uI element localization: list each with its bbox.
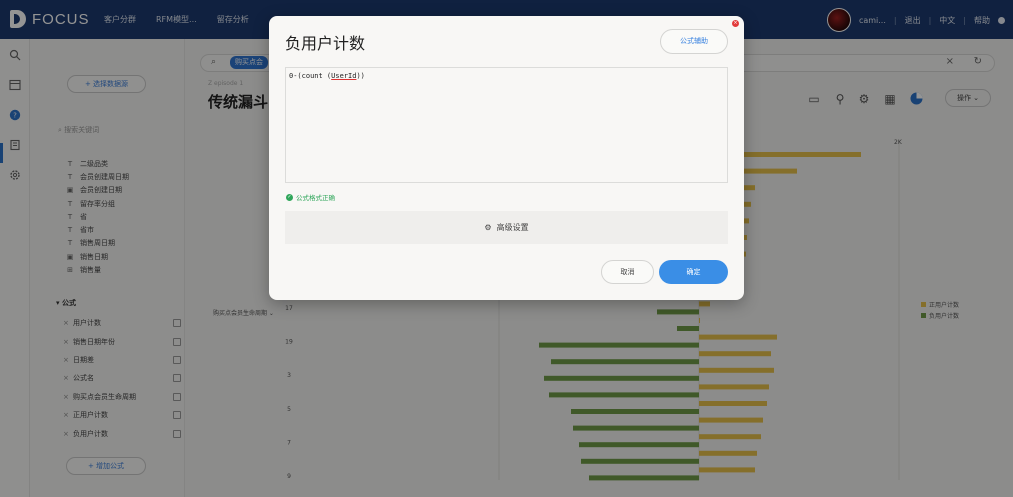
formula-suffix: )) [356, 72, 365, 80]
formula-editor[interactable]: 0-(count (UserId)) [285, 67, 728, 183]
formula-dialog: × 负用户计数 公式辅助 0-(count (UserId)) ✓ 公式格式正确… [269, 16, 744, 300]
close-icon[interactable]: × [732, 20, 739, 27]
formula-prefix: 0-(count ( [289, 72, 332, 80]
advanced-settings-toggle[interactable]: ⚙ 高级设置 [285, 211, 728, 244]
check-icon: ✓ [286, 193, 293, 201]
formula-helper-button[interactable]: 公式辅助 [660, 29, 728, 54]
gear-icon: ⚙ [484, 223, 492, 232]
cancel-button[interactable]: 取消 [601, 260, 654, 284]
validation-message: ✓ 公式格式正确 [286, 192, 335, 202]
validation-text: 公式格式正确 [296, 194, 335, 202]
advanced-settings-label: 高级设置 [496, 223, 529, 232]
dialog-title: 负用户计数 [285, 34, 366, 53]
formula-arg: UserId [331, 72, 357, 80]
confirm-button[interactable]: 确定 [659, 260, 728, 284]
